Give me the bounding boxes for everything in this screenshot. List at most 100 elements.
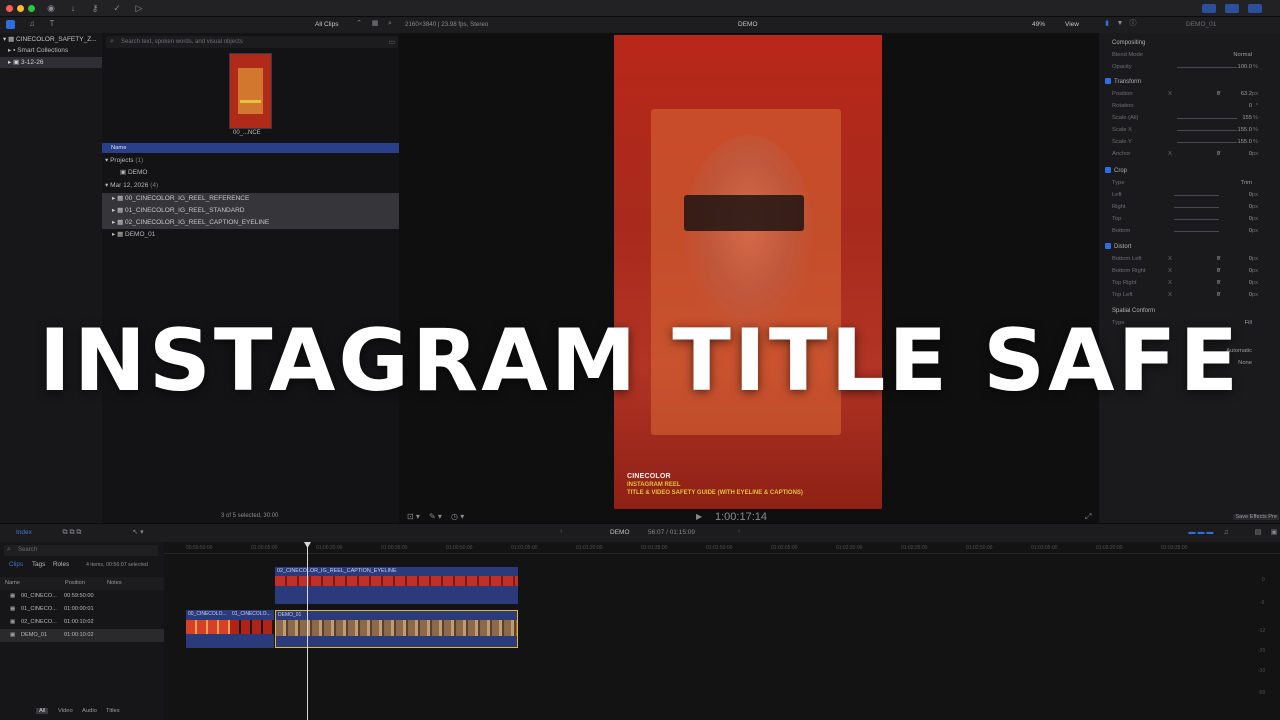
index-button[interactable]: Index (16, 529, 32, 536)
timeline-ruler[interactable]: 00:59:50:00 01:00:05:00 01:00:20:00 01:00:3… (164, 542, 1280, 554)
enhance-icon[interactable]: ✎ ▾ (429, 512, 442, 521)
distort-section[interactable]: Distort (1105, 241, 1275, 253)
clip-thumbnail[interactable] (229, 53, 272, 129)
clips-filter-dropdown[interactable]: All Clips (315, 21, 338, 28)
play-button[interactable]: ▶ (696, 512, 702, 521)
standard-clip[interactable]: 01_CINECOLO... (230, 610, 274, 648)
clip-row-selected[interactable]: ▸ ▦ 02_CINECOLOR_IG_REEL_CAPTION_EYELINE (102, 217, 399, 229)
crop-type-dropdown[interactable]: Trim (1241, 177, 1252, 189)
crop-right-slider[interactable] (1174, 207, 1219, 208)
zoom-dropdown[interactable]: 49% (1032, 21, 1045, 28)
filmstrip-view-icon[interactable]: ▦ (370, 17, 380, 31)
crop-bottom-row[interactable]: Bottom 0 px (1099, 225, 1280, 237)
filter-chevron-icon[interactable]: ⌃ (354, 17, 364, 31)
scale-y-row[interactable]: Scale Y 155.0 % (1099, 136, 1280, 148)
project-row[interactable]: ▣ DEMO (102, 167, 399, 179)
clip-row-selected[interactable]: ▸ ▦ 00_CINECOLOR_IG_REEL_REFERENCE (102, 193, 399, 205)
view-dropdown[interactable]: View (1065, 21, 1079, 28)
headphones-icon[interactable]: ♫ (1220, 526, 1232, 540)
blend-mode-dropdown[interactable]: Normal (1233, 49, 1252, 61)
import-icon[interactable]: ◉ (44, 1, 58, 15)
clip-appearance-icon[interactable]: ▬ ▬ ▬ (1176, 526, 1226, 540)
distort-bottom-left-row[interactable]: Bottom Left X 0 Y 0 px (1099, 253, 1280, 265)
reference-clip[interactable]: 00_CINECOLO... (186, 610, 230, 648)
crop-bottom-slider[interactable] (1174, 231, 1219, 232)
photos-icon[interactable]: ♫ (26, 17, 38, 31)
scale-x-row[interactable]: Scale X 155.0 % (1099, 124, 1280, 136)
distort-top-left-row[interactable]: Top Left X 0 Y 0 px (1099, 289, 1280, 301)
filter-video[interactable]: Video (58, 708, 73, 714)
filter-audio[interactable]: Audio (82, 708, 97, 714)
share-icon[interactable]: ▷ (132, 1, 146, 15)
crop-right-row[interactable]: Right 0 px (1099, 201, 1280, 213)
scale-y-slider[interactable] (1177, 142, 1237, 143)
speed-icon[interactable]: ◷ ▾ (451, 512, 464, 521)
crop-left-row[interactable]: Left 0 px (1099, 189, 1280, 201)
close-window-button[interactable] (6, 5, 13, 12)
tab-clips[interactable]: Clips (9, 561, 23, 568)
opacity-row[interactable]: Opacity 100.0 % (1099, 61, 1280, 73)
libraries-icon[interactable] (6, 20, 15, 29)
rotation-row[interactable]: Rotation 0 ° (1099, 100, 1280, 112)
crop-top-row[interactable]: Top 0 px (1099, 213, 1280, 225)
download-icon[interactable]: ↓ (66, 1, 80, 15)
key-icon[interactable]: ⚷ (88, 1, 102, 15)
clip-row[interactable]: ▸ ▦ DEMO_01 (102, 229, 399, 241)
blend-mode-row[interactable]: Blend Mode Normal (1099, 49, 1280, 61)
scale-slider[interactable] (1177, 118, 1237, 119)
snapping-icon[interactable]: ▤ (1252, 526, 1264, 540)
list-header[interactable]: Name (102, 143, 399, 153)
scale-x-slider[interactable] (1177, 130, 1237, 131)
video-inspector-icon[interactable]: ▮ (1102, 17, 1112, 31)
index-row[interactable]: ▦ 02_CINECO... 01:00:10:02 (0, 616, 164, 629)
save-effects-preset-button[interactable]: Save Effects Pre (1233, 514, 1279, 520)
layout-timeline-icon[interactable] (1225, 4, 1239, 13)
library-item[interactable]: ▾ ▦ CINECOLOR_SAFETY_Z... (0, 34, 102, 45)
index-row[interactable]: ▦ 00_CINECO... 00:59:50:00 (0, 590, 164, 603)
name-column[interactable]: Name (5, 577, 20, 590)
edit-buttons-icon[interactable]: ⧉ ⧉ ⧉ (52, 526, 92, 540)
browser-search-input[interactable]: ⌕ Search text, spoken words, and visual … (106, 36, 398, 48)
info-inspector-icon[interactable]: ⓘ (1128, 17, 1138, 31)
filter-all[interactable]: All (36, 708, 49, 714)
distort-bottom-right-row[interactable]: Bottom Right X 0 Y 0 px (1099, 265, 1280, 277)
crop-type-row[interactable]: Type Trim (1099, 177, 1280, 189)
notes-column[interactable]: Notes (107, 577, 122, 590)
smart-collections-item[interactable]: ▸ ▪ Smart Collections (0, 45, 102, 56)
color-inspector-icon[interactable]: ▼ (1115, 17, 1125, 31)
distort-top-right-row[interactable]: Top Right X 0 Y 0 px (1099, 277, 1280, 289)
event-item-selected[interactable]: ▸ ▣ 3-12-26 (0, 57, 102, 68)
audio-skimming-icon[interactable]: ▣ (1268, 526, 1280, 540)
projects-group[interactable]: ▾ Projects (1) (102, 155, 399, 167)
crop-top-slider[interactable] (1174, 219, 1219, 220)
position-column[interactable]: Position (65, 577, 85, 590)
back-arrow-icon[interactable]: ‹ (560, 528, 562, 535)
filter-titles[interactable]: Titles (106, 708, 120, 714)
clip-row-selected[interactable]: ▸ ▦ 01_CINECOLOR_IG_REEL_STANDARD (102, 205, 399, 217)
tab-roles[interactable]: Roles (53, 561, 69, 568)
crop-section[interactable]: Crop (1105, 165, 1275, 177)
playhead[interactable] (307, 542, 308, 720)
anchor-row[interactable]: Anchor X 0 Y 0 px (1099, 148, 1280, 160)
search-toggle-icon[interactable]: ⌕ (385, 17, 395, 31)
minimize-window-button[interactable] (17, 5, 24, 12)
index-row-selected[interactable]: ▦ DEMO_01 01:00:10:02 (0, 629, 164, 642)
timecode-display[interactable]: 1:00:17:14 (715, 511, 767, 523)
opacity-slider[interactable] (1177, 67, 1237, 68)
crop-left-slider[interactable] (1174, 195, 1219, 196)
compositing-section[interactable]: Compositing (1112, 37, 1280, 49)
fullscreen-icon[interactable]: ⤢ (1085, 512, 1091, 522)
layout-inspector-icon[interactable] (1248, 4, 1262, 13)
transform-section[interactable]: Transform (1105, 76, 1275, 88)
project-dropdown[interactable]: DEMO (610, 529, 630, 536)
titles-icon[interactable]: T (46, 17, 58, 31)
tab-tags[interactable]: Tags (32, 561, 45, 568)
layout-libraries-icon[interactable] (1202, 4, 1216, 13)
scale-all-row[interactable]: Scale (All) 155 % (1099, 112, 1280, 124)
distort-checkbox[interactable] (1105, 243, 1111, 249)
forward-arrow-icon[interactable]: › (738, 528, 740, 535)
demo-clip-selected[interactable]: DEMO_01 (275, 610, 518, 648)
check-icon[interactable]: ✓ (110, 1, 124, 15)
transform-tool-icon[interactable]: ⊡ ▾ (407, 512, 420, 521)
zoom-window-button[interactable] (28, 5, 35, 12)
